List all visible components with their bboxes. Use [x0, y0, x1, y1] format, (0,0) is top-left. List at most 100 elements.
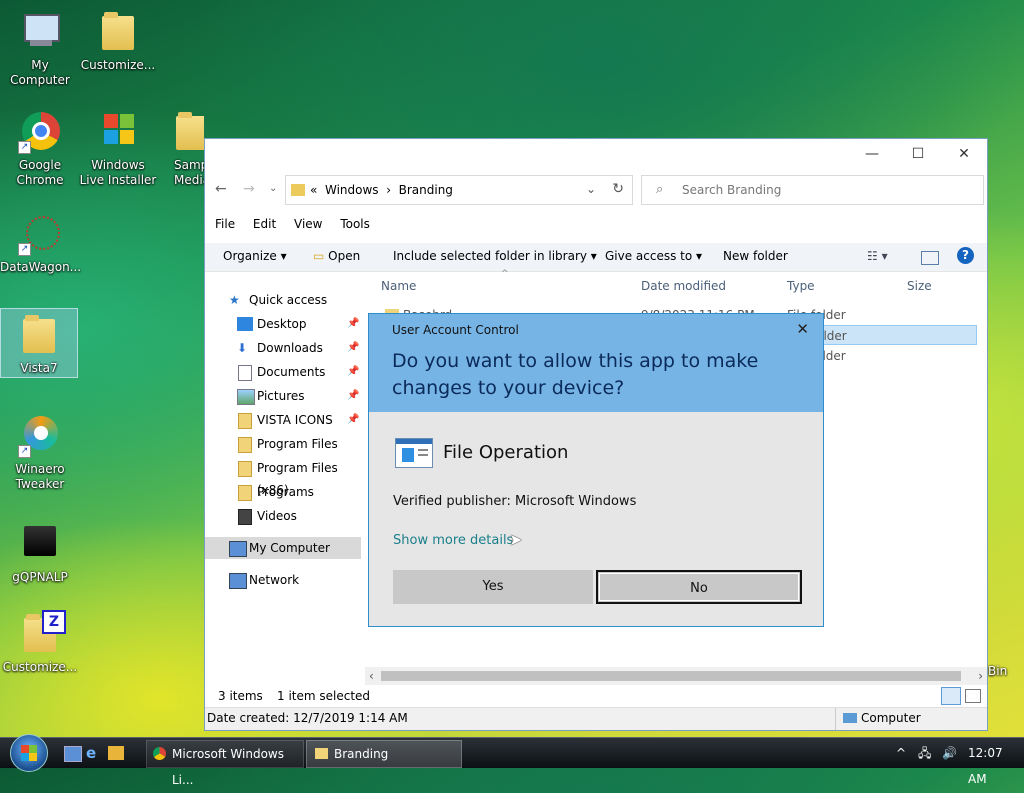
picture-icon — [237, 389, 255, 405]
nav-program-files[interactable]: Program Files — [205, 433, 361, 455]
desktop-icon-google-chrome[interactable]: ↗ Google Chrome — [0, 110, 80, 188]
desktop-icon-gqpnalp[interactable]: gQPNALP — [0, 522, 80, 585]
show-desktop-icon[interactable] — [64, 746, 82, 762]
no-button[interactable]: No — [596, 570, 802, 604]
folder-icon — [238, 485, 252, 501]
star-icon: ★ — [229, 293, 240, 307]
yes-button[interactable]: Yes — [393, 570, 593, 604]
nav-pictures[interactable]: Pictures 📌 — [205, 385, 361, 407]
menu-file[interactable]: File — [215, 217, 235, 231]
address-dropdown-icon[interactable]: ⌄ — [586, 182, 596, 196]
network-icon — [229, 573, 247, 589]
close-button[interactable]: ✕ — [941, 139, 987, 169]
computer-icon — [18, 10, 62, 54]
pin-icon: 📌 — [347, 342, 360, 353]
taskbar-button-branding[interactable]: Branding — [306, 740, 462, 768]
maximize-button[interactable]: ☐ — [895, 139, 941, 169]
address-bar[interactable]: « Windows › Branding ⌄ ↻ — [285, 175, 633, 205]
taskbar-button-chrome[interactable]: Microsoft Windows Li... — [146, 740, 304, 787]
clock[interactable]: 12:07 AM — [968, 740, 1024, 786]
search-box[interactable]: ⌕ Search Branding — [641, 175, 984, 205]
uac-header: User Account Control ✕ Do you want to al… — [369, 314, 823, 412]
column-header-row: ^ Name Date modified Type Size — [371, 269, 987, 299]
desktop-icon-label: Vista7 — [20, 361, 58, 375]
desktop-icon-label: Customize... — [80, 58, 156, 72]
file-operation-icon — [395, 438, 433, 468]
desktop-icon-windows-live-installer[interactable]: Windows Live Installer — [78, 110, 158, 188]
taskbar: e Microsoft Windows Li... Branding ^ 🖧 🔊… — [0, 734, 1024, 787]
column-name[interactable]: Name — [381, 279, 416, 293]
forward-arrow-icon[interactable]: → — [243, 181, 255, 197]
desktop-icon-my-computer[interactable]: My Computer — [0, 10, 80, 88]
preview-pane-icon[interactable] — [921, 251, 939, 265]
nav-downloads[interactable]: ⬇ Downloads 📌 — [205, 337, 361, 359]
menu-tools[interactable]: Tools — [340, 217, 370, 231]
desktop-icon-sample-media[interactable]: Sample Media — [156, 110, 204, 188]
volume-icon[interactable]: 🔊 — [942, 740, 957, 766]
menu-view[interactable]: View — [294, 217, 322, 231]
column-date-modified[interactable]: Date modified — [641, 279, 726, 293]
details-view-icon[interactable] — [941, 687, 961, 705]
uac-dialog[interactable]: User Account Control ✕ Do you want to al… — [368, 313, 824, 627]
desktop-icon-winaero-tweaker[interactable]: ↗ Winaero Tweaker — [0, 414, 80, 492]
organize-button[interactable]: Organize ▾ — [223, 249, 287, 263]
desktop-icon-vista7[interactable]: Vista7 — [0, 308, 78, 378]
nav-program-files-x86[interactable]: Program Files (x86) — [205, 457, 361, 497]
desktop-icon — [237, 317, 253, 331]
desktop-icon-recycle-bin[interactable]: Bin — [984, 664, 1024, 679]
shortcut-arrow-icon: ↗ — [18, 243, 31, 256]
navigation-pane: ★ Quick access Desktop 📌 ⬇ Downloads 📌 D… — [205, 287, 365, 700]
nav-quick-access[interactable]: ★ Quick access — [205, 289, 361, 311]
scroll-thumb[interactable] — [381, 671, 961, 681]
start-button[interactable] — [10, 734, 48, 772]
breadcrumb-windows[interactable]: Windows — [325, 183, 379, 197]
folder-icon — [17, 313, 61, 357]
selection-count: 1 item selected — [277, 689, 371, 703]
nav-videos[interactable]: Videos — [205, 505, 361, 527]
include-in-library-button[interactable]: Include selected folder in library ▾ — [393, 249, 597, 263]
column-size[interactable]: Size — [907, 279, 932, 293]
recent-chevron-icon[interactable]: ⌄ — [269, 183, 277, 194]
mouse-cursor-icon: ➤ — [509, 530, 523, 549]
details-bar: Date created: 12/7/2019 1:14 AM Computer — [205, 707, 987, 730]
desktop-icon-datawagon[interactable]: ↗ DataWagon... — [0, 212, 82, 275]
folder-icon — [170, 110, 204, 154]
chrome-icon: ↗ — [18, 110, 62, 154]
network-tray-icon[interactable]: 🖧 — [918, 740, 931, 766]
open-button[interactable]: ▭ Open — [313, 249, 360, 263]
menu-bar: File Edit View Tools — [215, 217, 384, 237]
give-access-button[interactable]: Give access to ▾ — [605, 249, 702, 263]
large-icons-view-icon[interactable] — [965, 689, 981, 703]
ie-icon[interactable]: e — [86, 740, 96, 766]
scroll-right-icon[interactable]: › — [978, 669, 983, 683]
desktop-icon-label: DataWagon... — [0, 260, 82, 274]
show-hidden-icons-chevron[interactable]: ^ — [896, 740, 906, 766]
title-bar[interactable]: — ☐ ✕ — [205, 139, 987, 169]
minimize-button[interactable]: — — [849, 139, 895, 169]
location-label: Computer — [861, 711, 921, 725]
help-icon[interactable]: ? — [957, 247, 974, 264]
nav-my-computer[interactable]: My Computer — [205, 537, 361, 559]
desktop-icon-label: gQPNALP — [12, 570, 68, 584]
media-player-icon[interactable] — [108, 746, 124, 760]
refresh-icon[interactable]: ↻ — [612, 181, 624, 197]
nav-network[interactable]: Network — [205, 569, 361, 591]
breadcrumb-branding[interactable]: Branding — [399, 183, 453, 197]
menu-edit[interactable]: Edit — [253, 217, 276, 231]
view-options-icon[interactable]: ☷ ▾ — [867, 249, 888, 263]
desktop-icon-customize-1[interactable]: Customize... — [78, 10, 158, 73]
show-more-details-link[interactable]: Show more details — [393, 533, 513, 548]
nav-vista-icons[interactable]: VISTA ICONS 📌 — [205, 409, 361, 431]
desktop-icon-customize-2[interactable]: Z Customize... — [0, 610, 80, 675]
close-icon[interactable]: ✕ — [796, 320, 809, 338]
horizontal-scrollbar[interactable]: ‹ › — [365, 667, 987, 685]
folder-icon — [96, 10, 140, 54]
nav-desktop[interactable]: Desktop 📌 — [205, 313, 361, 335]
search-input[interactable]: Search Branding — [682, 183, 781, 197]
nav-documents[interactable]: Documents 📌 — [205, 361, 361, 383]
column-type[interactable]: Type — [787, 279, 815, 293]
scroll-left-icon[interactable]: ‹ — [369, 669, 374, 683]
nav-programs[interactable]: Programs — [205, 481, 361, 503]
back-arrow-icon[interactable]: ← — [215, 181, 227, 197]
new-folder-button[interactable]: New folder — [723, 249, 788, 263]
